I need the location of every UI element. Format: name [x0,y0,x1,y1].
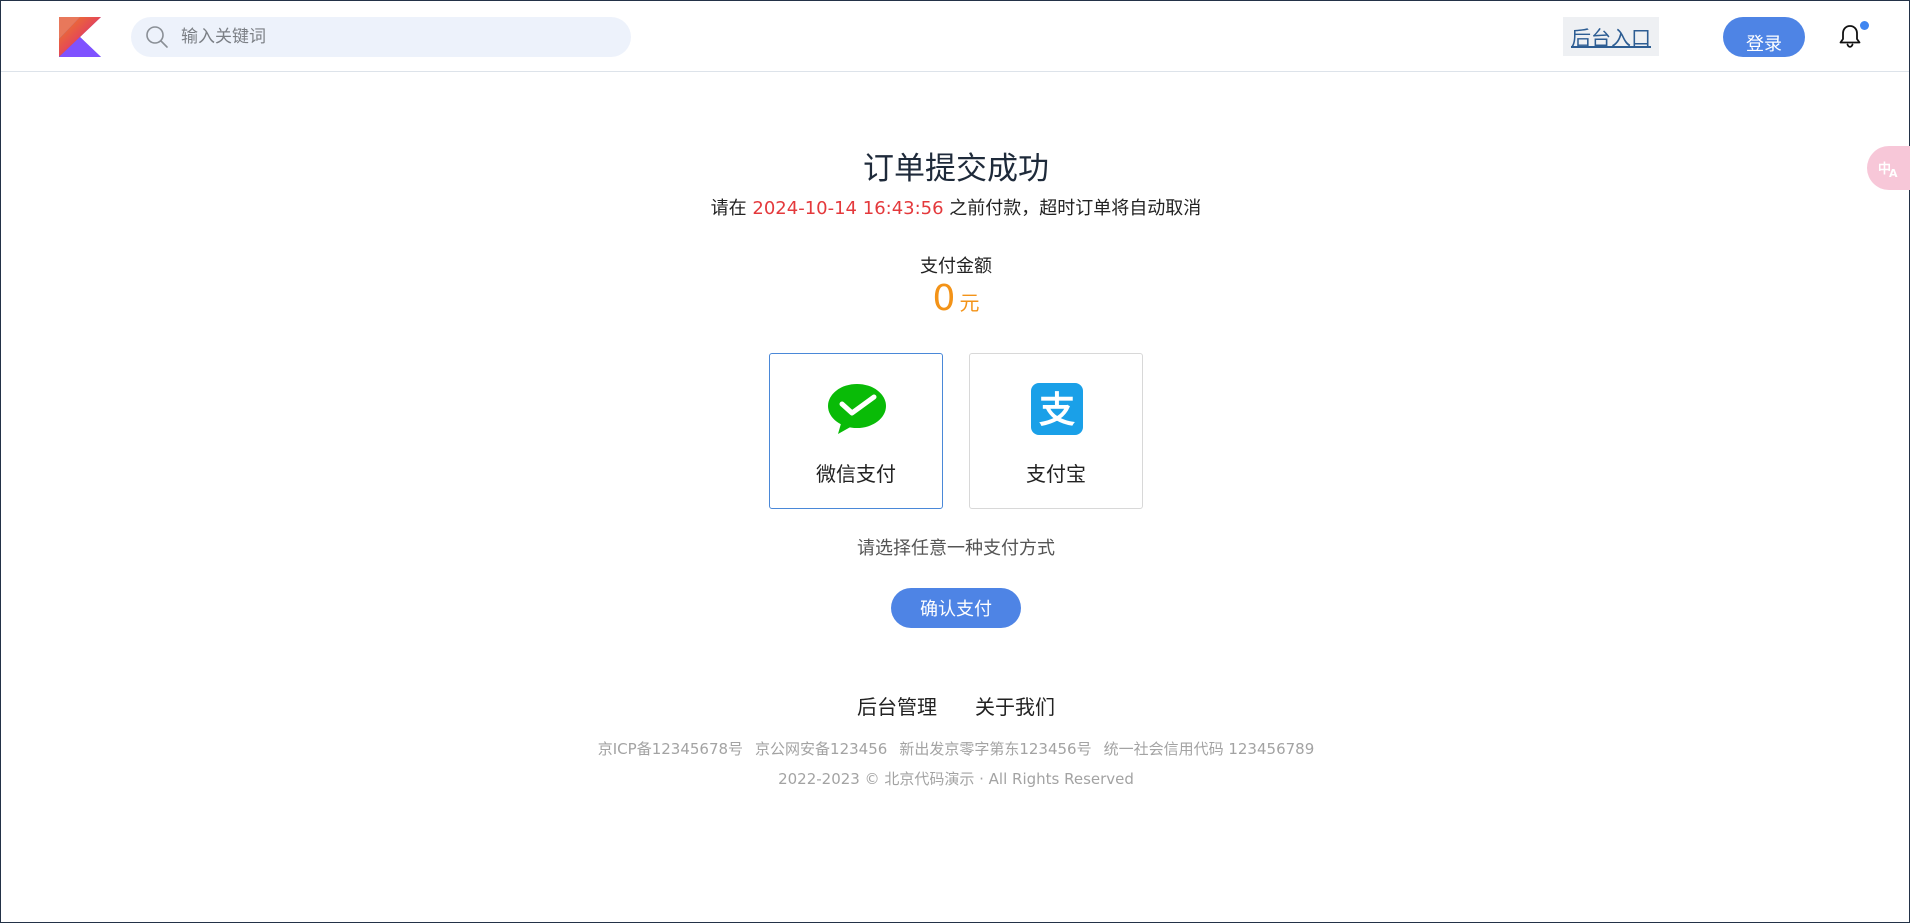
search-box[interactable] [131,17,631,57]
amount-label: 支付金额 [920,256,992,277]
order-success-title: 订单提交成功 [863,151,1049,187]
copyright: 2022-2023 © 北京代码演示 · All Rights Reserved [778,770,1134,788]
payment-deadline: 请在 2024-10-14 16:43:56 之前付款，超时订单将自动取消 [1,194,1910,220]
confirm-payment-button[interactable]: 确认支付 [891,588,1021,628]
amount-value: 0 [932,278,956,319]
deadline-prefix: 请在 [710,198,753,219]
credit-code: 统一社会信用代码 123456789 [1103,740,1315,758]
notification-dot [1860,21,1869,30]
search-input[interactable] [179,26,603,48]
payment-option-label: 微信支付 [816,462,896,486]
police-record: 京公网安备123456 [755,740,888,758]
amount-unit: 元 [959,291,980,315]
kotlin-logo-icon[interactable] [59,17,101,57]
bell-icon[interactable] [1837,23,1863,49]
payment-option-wechat[interactable]: 微信支付 [769,353,943,509]
footer-links: 后台管理 关于我们 [1,691,1910,720]
login-button[interactable]: 登录 [1723,17,1805,57]
alipay-icon: 支 [1031,383,1083,435]
wechat-pay-icon [828,384,886,434]
payment-option-label: 支付宝 [1026,462,1086,486]
publication-record: 新出发京零字第东123456号 [899,740,1092,758]
icp-record: 京ICP备12345678号 [597,740,744,758]
top-header: 后台入口 登录 [1,1,1909,72]
login-label: 登录 [1746,34,1782,55]
backend-entry-link[interactable]: 后台入口 [1563,17,1659,56]
svg-text:支: 支 [1039,390,1075,431]
footer-link-admin[interactable]: 后台管理 [857,695,937,719]
footer-link-about[interactable]: 关于我们 [975,695,1055,719]
amount-display: 0元 [1,278,1910,319]
payment-option-alipay[interactable]: 支 支付宝 [969,353,1143,509]
app-window: 后台入口 登录 中 A 订单提交成功 请在 2024-10-14 16:43:5… [0,0,1910,923]
payment-hint: 请选择任意一种支付方式 [857,538,1055,559]
footer-icp-info: 京ICP备12345678号 京公网安备123456 新出发京零字第东123456号… [1,738,1910,759]
search-icon [146,26,168,48]
deadline-suffix: 之前付款，超时订单将自动取消 [943,198,1202,219]
deadline-time: 2024-10-14 16:43:56 [752,198,944,219]
